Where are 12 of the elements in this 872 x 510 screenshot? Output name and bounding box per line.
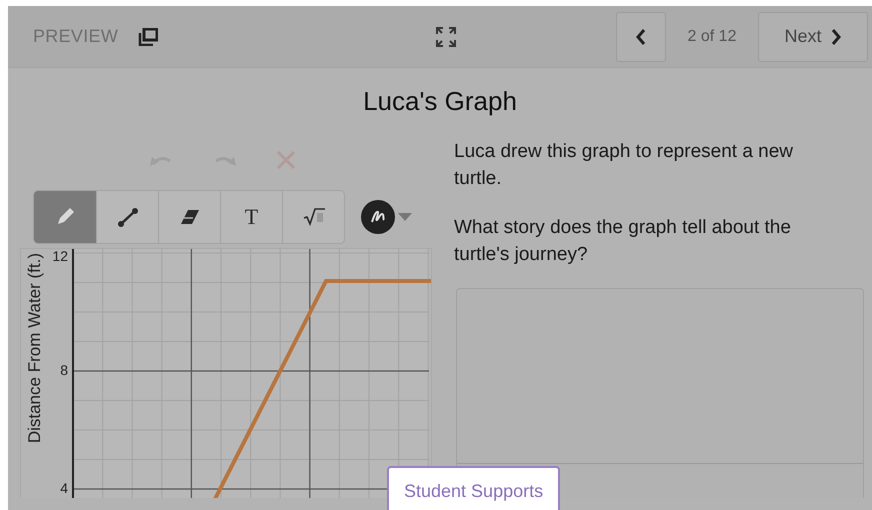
page-title: Luca's Graph — [362, 84, 518, 118]
tick-label: 8 — [60, 362, 68, 378]
question-text: What story does the graph tell about the turtle's journey? — [454, 216, 792, 267]
page-counter: 2 of 12 — [686, 28, 738, 46]
student-supports-tab[interactable]: Student Supports — [387, 466, 560, 510]
tick-label: 12 — [52, 249, 68, 264]
tick-label: 4 — [60, 480, 68, 496]
next-button[interactable]: Next — [758, 12, 868, 62]
question-text: Luca drew this graph to represent a new turtle. — [454, 140, 794, 191]
preview-label: PREVIEW — [33, 26, 118, 47]
text-tool-button[interactable]: T — [220, 191, 282, 243]
y-axis-label: Distance From Water (ft.) — [25, 253, 45, 444]
